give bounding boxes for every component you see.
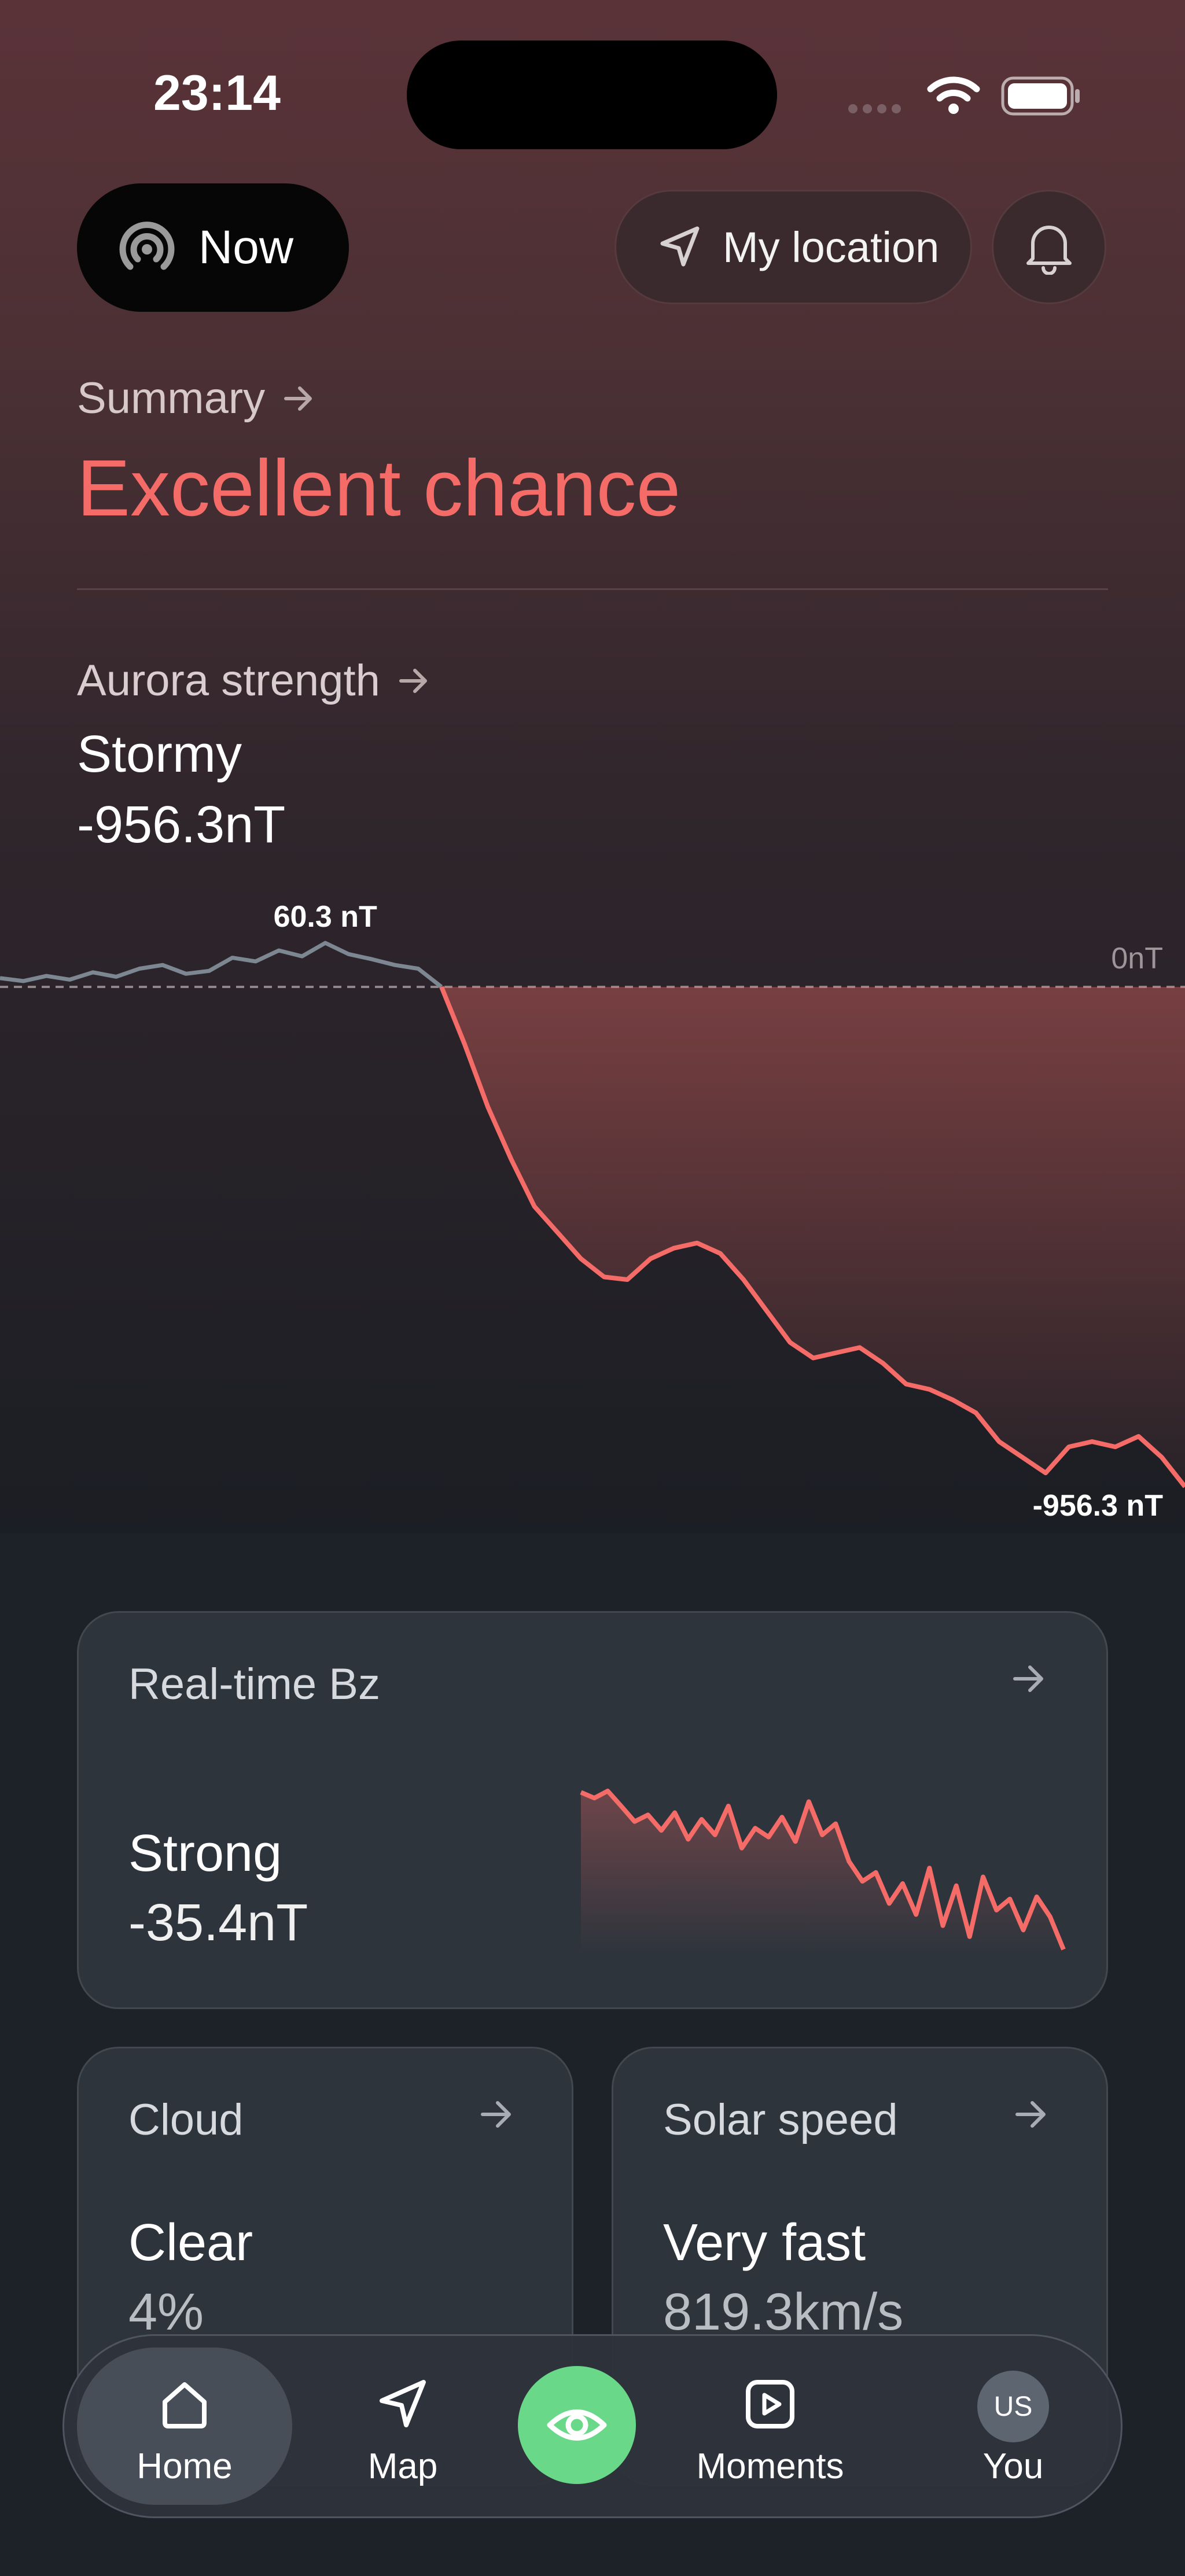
arrow-right-icon xyxy=(1013,1665,1043,1692)
solar-value: 819.3km/s xyxy=(663,2283,904,2341)
location-arrow-icon xyxy=(660,226,700,267)
aurora-strength-level: Stormy xyxy=(77,725,242,783)
signal-icon xyxy=(848,104,906,116)
zero-reference-label: 0nT xyxy=(1111,942,1163,975)
aurora-strength-link[interactable]: Aurora strength xyxy=(77,655,431,706)
aurora-strength-chart[interactable]: 0nT 60.3 nT -956.3 nT xyxy=(0,897,1185,1533)
bz-level: Strong xyxy=(128,1825,282,1882)
cloud-value: 4% xyxy=(128,2283,204,2341)
chart-min-label: -956.3 nT xyxy=(1033,1489,1164,1523)
chart-fill-area xyxy=(441,987,1185,1487)
chart-line-above-zero xyxy=(0,941,443,989)
bz-sparkline xyxy=(580,1789,1066,1954)
bz-sparkline-fill xyxy=(581,1791,1063,1954)
bell-icon xyxy=(1026,226,1072,275)
tab-home[interactable]: Home xyxy=(77,2336,292,2516)
eye-icon xyxy=(547,2409,607,2441)
aurora-strength-label: Aurora strength xyxy=(77,656,380,705)
realtime-bz-card[interactable]: Real-time Bz Strong -35.4nT xyxy=(77,1611,1108,2009)
home-icon xyxy=(163,2382,207,2428)
tab-you[interactable]: US You xyxy=(955,2336,1071,2516)
play-square-icon xyxy=(746,2380,794,2428)
divider xyxy=(77,588,1108,590)
aurora-sighting-button[interactable] xyxy=(518,2366,636,2484)
solar-card-title: Solar speed xyxy=(663,2095,898,2144)
aurora-strength-value: -956.3nT xyxy=(77,796,286,854)
my-location-button[interactable]: My location xyxy=(614,190,972,304)
dynamic-island xyxy=(407,40,777,149)
my-location-label: My location xyxy=(723,223,940,271)
status-bar: 23:14 xyxy=(0,0,1185,191)
broadcast-icon xyxy=(119,222,175,270)
arrow-right-icon xyxy=(481,2101,511,2128)
bz-value: -35.4nT xyxy=(128,1894,308,1952)
tab-map[interactable]: Map xyxy=(336,2336,469,2516)
bz-card-title: Real-time Bz xyxy=(128,1660,380,1709)
summary-value: Excellent chance xyxy=(77,444,681,533)
tab-home-label: Home xyxy=(137,2446,233,2486)
tab-moments[interactable]: Moments xyxy=(678,2336,863,2516)
arrow-right-icon xyxy=(284,386,312,411)
tab-bar: Home Map Moments US You xyxy=(62,2334,1123,2518)
status-time: 23:14 xyxy=(153,65,281,121)
now-label: Now xyxy=(198,221,294,274)
wifi-icon xyxy=(927,76,980,114)
chart-max-label: 60.3 nT xyxy=(274,900,377,934)
avatar: US xyxy=(977,2371,1049,2442)
tab-you-label: You xyxy=(982,2446,1044,2486)
tab-map-label: Map xyxy=(367,2446,438,2486)
cloud-card-title: Cloud xyxy=(128,2095,244,2144)
location-arrow-icon xyxy=(380,2380,426,2427)
cloud-level: Clear xyxy=(128,2214,253,2272)
battery-icon xyxy=(1001,76,1080,116)
solar-level: Very fast xyxy=(663,2214,866,2272)
tab-moments-label: Moments xyxy=(696,2446,844,2486)
now-button[interactable]: Now xyxy=(77,183,349,312)
summary-link[interactable]: Summary xyxy=(77,373,316,423)
notifications-button[interactable] xyxy=(992,190,1106,304)
summary-label: Summary xyxy=(77,374,266,423)
arrow-right-icon xyxy=(399,668,427,693)
arrow-right-icon xyxy=(1015,2101,1046,2128)
